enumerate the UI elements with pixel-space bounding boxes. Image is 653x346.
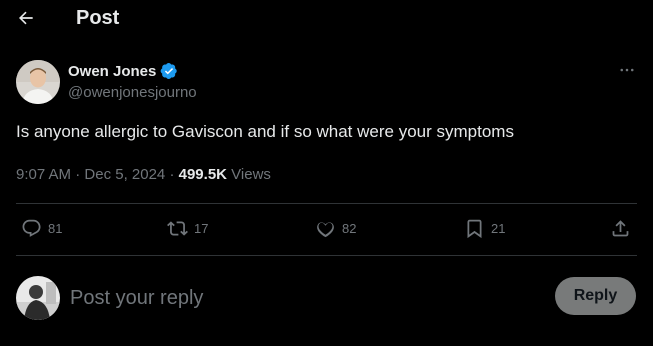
reply-input[interactable] — [70, 284, 540, 312]
post-page: Post Owen Jones @owenjonesjourno Is anyo… — [0, 0, 653, 346]
author-name[interactable]: Owen Jones — [68, 62, 178, 80]
repost-count: 17 — [194, 221, 209, 236]
action-bar: 81 17 82 21 — [0, 214, 653, 248]
author-avatar-image — [16, 60, 60, 104]
views-count[interactable]: 499.5K — [179, 166, 227, 183]
author-avatar[interactable] — [16, 60, 60, 104]
current-user-avatar[interactable] — [16, 276, 60, 320]
divider — [16, 203, 637, 204]
repost-icon — [167, 221, 188, 236]
back-button[interactable] — [12, 4, 40, 32]
post-meta: 9:07 AM · Dec 5, 2024 · 499.5K Views — [16, 166, 271, 183]
meta-separator: · — [169, 166, 179, 183]
page-title: Post — [76, 7, 120, 29]
reply-action[interactable]: 81 — [21, 218, 62, 239]
post-time[interactable]: 9:07 AM — [16, 166, 71, 183]
reply-count: 81 — [48, 221, 63, 236]
bookmark-icon — [467, 219, 482, 239]
like-action[interactable]: 82 — [315, 218, 356, 239]
repost-action[interactable]: 17 — [167, 218, 208, 239]
author-handle[interactable]: @owenjonesjourno — [68, 84, 197, 101]
more-options-button[interactable] — [614, 58, 640, 82]
bookmark-count: 21 — [491, 221, 506, 236]
bookmark-action[interactable]: 21 — [464, 218, 505, 239]
like-count: 82 — [342, 221, 357, 236]
views-label: Views — [231, 166, 271, 183]
arrow-left-icon — [19, 11, 33, 25]
reply-icon — [22, 219, 41, 237]
share-action[interactable] — [610, 218, 631, 239]
meta-separator: · — [75, 166, 85, 183]
verified-badge-icon — [161, 62, 178, 80]
author-name-text: Owen Jones — [68, 62, 157, 80]
current-user-avatar-image — [16, 276, 60, 320]
post-text: Is anyone allergic to Gaviscon and if so… — [16, 122, 514, 141]
more-horizontal-icon — [620, 68, 634, 72]
post-date[interactable]: Dec 5, 2024 — [84, 166, 165, 183]
reply-button[interactable]: Reply — [555, 277, 636, 315]
heart-icon — [317, 222, 334, 238]
share-icon — [612, 220, 629, 237]
divider — [16, 255, 637, 256]
page-header: Post — [0, 0, 653, 38]
